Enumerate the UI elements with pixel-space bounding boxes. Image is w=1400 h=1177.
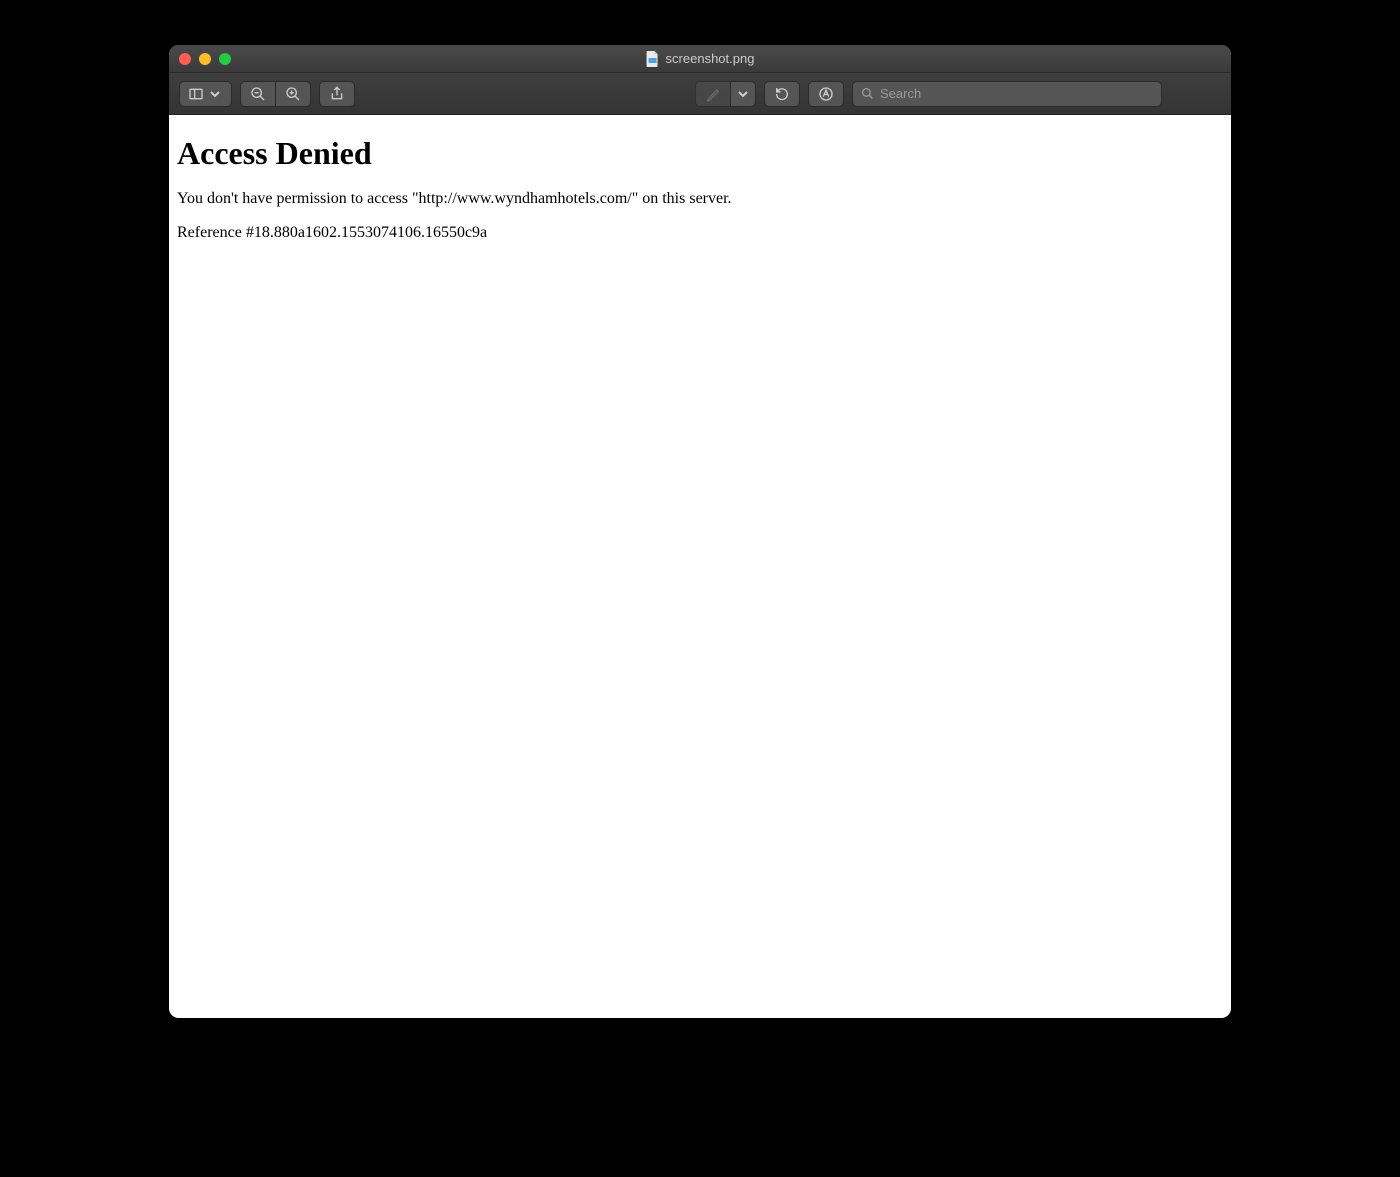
zoom-button-group	[240, 81, 311, 107]
window-title-text: screenshot.png	[666, 51, 755, 66]
markup-button-group	[695, 81, 756, 107]
document-content: Access Denied You don't have permission …	[169, 115, 1231, 1018]
rotate-button[interactable]	[764, 81, 800, 107]
highlight-icon	[705, 86, 721, 102]
markup-icon	[818, 86, 834, 102]
chevron-down-icon	[207, 86, 223, 102]
page-heading: Access Denied	[177, 135, 1223, 172]
close-window-button[interactable]	[179, 53, 191, 65]
sidebar-toggle-button[interactable]	[179, 81, 232, 107]
highlight-dropdown-button[interactable]	[730, 81, 756, 107]
toolbar	[169, 73, 1231, 115]
chevron-down-icon	[735, 86, 751, 102]
zoom-in-icon	[285, 86, 301, 102]
share-button[interactable]	[319, 81, 355, 107]
file-icon	[646, 51, 660, 67]
zoom-out-icon	[250, 86, 266, 102]
search-input[interactable]	[880, 86, 1153, 101]
sidebar-icon	[188, 86, 204, 102]
minimize-window-button[interactable]	[199, 53, 211, 65]
traffic-lights	[179, 53, 231, 65]
preview-window: screenshot.png	[169, 45, 1231, 1018]
rotate-icon	[774, 86, 790, 102]
markup-toolbar-button[interactable]	[808, 81, 844, 107]
share-icon	[329, 86, 345, 102]
window-title: screenshot.png	[646, 51, 755, 67]
search-icon	[861, 87, 874, 100]
highlight-button[interactable]	[695, 81, 731, 107]
error-message: You don't have permission to access "htt…	[177, 190, 1223, 208]
zoom-in-button[interactable]	[275, 81, 311, 107]
search-box[interactable]	[852, 81, 1162, 107]
zoom-out-button[interactable]	[240, 81, 276, 107]
window-titlebar: screenshot.png	[169, 45, 1231, 73]
error-reference: Reference #18.880a1602.1553074106.16550c…	[177, 224, 1223, 242]
fullscreen-window-button[interactable]	[219, 53, 231, 65]
